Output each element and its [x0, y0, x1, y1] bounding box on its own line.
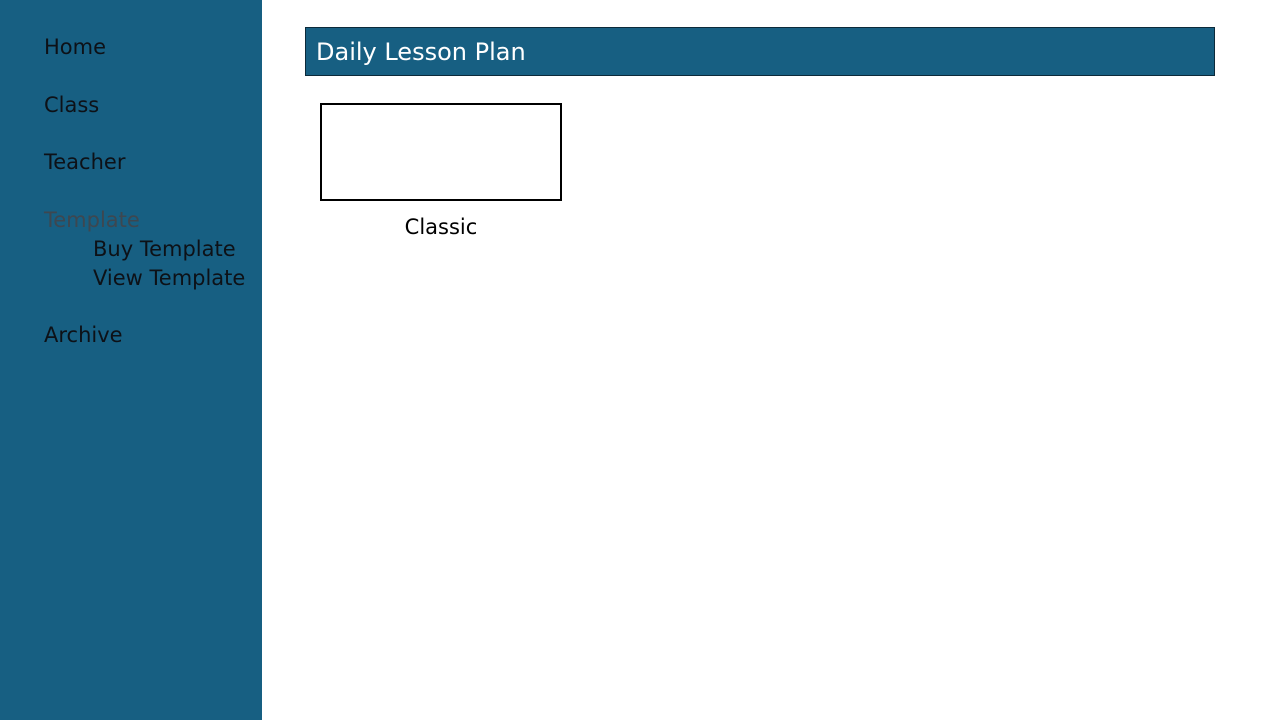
sidebar-subitem-view-template[interactable]: View Template: [93, 268, 245, 289]
sidebar-item-template: Template: [44, 208, 140, 232]
page-title: Daily Lesson Plan: [316, 38, 526, 66]
sidebar-item-archive[interactable]: Archive: [44, 325, 123, 346]
sidebar-item-teacher[interactable]: Teacher: [44, 152, 125, 173]
sidebar: Home Class Teacher Template Buy Template…: [0, 0, 262, 720]
template-label-classic: Classic: [404, 215, 478, 239]
sidebar-item-class[interactable]: Class: [44, 95, 99, 116]
page-title-bar: Daily Lesson Plan: [305, 27, 1215, 76]
sidebar-subitem-buy-template[interactable]: Buy Template: [93, 239, 236, 260]
template-thumbnail-classic[interactable]: [320, 103, 562, 201]
sidebar-item-home[interactable]: Home: [44, 37, 106, 58]
